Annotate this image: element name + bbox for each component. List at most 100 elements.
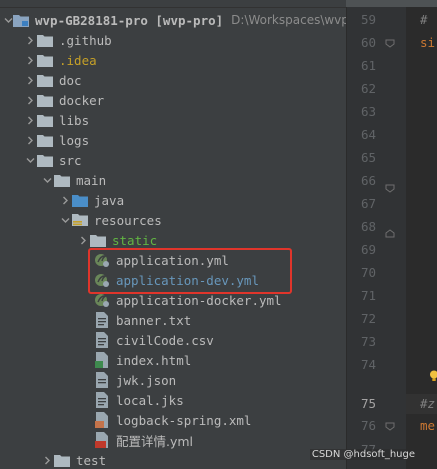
- chevron-right-icon[interactable]: [76, 230, 90, 250]
- watermark: CSDN @hdsoft_huge: [309, 449, 417, 460]
- tree-row-static[interactable]: static: [0, 230, 346, 250]
- gutter-line-number: 70: [360, 265, 376, 280]
- chevron-right-icon[interactable]: [23, 110, 37, 130]
- text-file-icon: [94, 392, 110, 408]
- gutter-line-number: 66: [360, 173, 376, 188]
- code-line-60: si: [420, 35, 436, 50]
- tree-item-label: doc: [59, 72, 82, 88]
- chevron-down-icon[interactable]: [58, 210, 72, 230]
- code-line-59: #: [420, 12, 428, 27]
- gutter-line-number: 76: [360, 418, 376, 433]
- tree-item-label: banner.txt: [116, 312, 192, 328]
- gutter-line-number: 73: [360, 334, 376, 349]
- tree-row-civilcode-csv[interactable]: civilCode.csv: [0, 330, 346, 350]
- tree-row-jwk-json[interactable]: jwk.json: [0, 370, 346, 390]
- gutter-line-number: 61: [360, 58, 376, 73]
- chevron-right-icon[interactable]: [23, 50, 37, 70]
- tree-item-label: static: [112, 232, 158, 248]
- tree-row-libs[interactable]: libs: [0, 110, 346, 130]
- chevron-down-icon[interactable]: [40, 170, 54, 190]
- chevron-right-icon[interactable]: [23, 130, 37, 150]
- folder-icon: [90, 232, 106, 248]
- code-line-75: #z: [420, 396, 436, 411]
- text-file-icon: [94, 332, 110, 348]
- gutter-line-number: 75: [360, 396, 376, 411]
- tree-item-label: .github: [59, 32, 112, 48]
- resources-folder-icon: [72, 212, 88, 228]
- folder-icon: [37, 92, 53, 108]
- folder-icon: [54, 452, 70, 468]
- tree-item-label: docker: [59, 92, 105, 108]
- tree-row-main[interactable]: main: [0, 170, 346, 190]
- tree-item-label: civilCode.csv: [116, 332, 214, 348]
- tree-row-java[interactable]: java: [0, 190, 346, 210]
- gutter-line-number: 63: [360, 104, 376, 119]
- gutter-line-number: 71: [360, 288, 376, 303]
- folder-icon: [37, 112, 53, 128]
- tree-row-logs[interactable]: logs: [0, 130, 346, 150]
- folder-icon: [54, 172, 70, 188]
- tree-row-banner-txt[interactable]: banner.txt: [0, 310, 346, 330]
- gutter-line-number: 67: [360, 196, 376, 211]
- tree-row-doc[interactable]: doc: [0, 70, 346, 90]
- chevron-right-icon[interactable]: [58, 190, 72, 210]
- project-tree-panel: wvp-GB28181-pro [wvp-pro] D:\Workspaces\…: [0, 0, 346, 469]
- folder-icon: [37, 72, 53, 88]
- project-name: wvp-GB28181-pro [wvp-pro]: [35, 12, 224, 28]
- tree-item-label: java: [94, 192, 125, 208]
- chevron-right-icon[interactable]: [23, 70, 37, 90]
- tree-item-label: resources: [94, 212, 162, 228]
- tree-item-label: 配置详情.yml: [116, 433, 194, 449]
- fold-marker-icon[interactable]: [384, 420, 396, 432]
- tool-window-header: [0, 0, 346, 8]
- tree-item-label: local.jks: [116, 392, 184, 408]
- tree-item-label: test: [76, 452, 107, 468]
- tree-row-idea[interactable]: .idea: [0, 50, 346, 70]
- code-line-76: me: [420, 418, 436, 433]
- yml-file-icon: [94, 432, 110, 448]
- fold-marker-icon[interactable]: [384, 182, 396, 194]
- tree-item-label: src: [59, 152, 82, 168]
- chevron-right-icon[interactable]: [40, 450, 54, 469]
- tree-row-logback-spring-xml[interactable]: logback-spring.xml: [0, 410, 346, 430]
- tree-row-config-details-yml[interactable]: 配置详情.yml: [0, 430, 346, 450]
- highlight-annotation-box: [88, 248, 292, 294]
- lightbulb-icon[interactable]: [429, 370, 437, 382]
- tree-row-src[interactable]: src: [0, 150, 346, 170]
- tree-item-label: logs: [59, 132, 90, 148]
- gutter-line-number: 64: [360, 127, 376, 142]
- module-folder-icon: [13, 12, 29, 28]
- xml-file-icon: [94, 412, 110, 428]
- tree-row-test[interactable]: test: [0, 450, 346, 469]
- tree-row-index-html[interactable]: index.html: [0, 350, 346, 370]
- tree-row-resources[interactable]: resources: [0, 210, 346, 230]
- chevron-right-icon[interactable]: [23, 90, 37, 110]
- tree-row-github[interactable]: .github: [0, 30, 346, 50]
- folder-icon: [37, 52, 53, 68]
- tree-item-label: application-docker.yml: [116, 292, 282, 308]
- chevron-down-icon[interactable]: [23, 150, 37, 170]
- tree-item-label: index.html: [116, 352, 192, 368]
- gutter-line-number: 60: [360, 35, 376, 50]
- text-file-icon: [94, 312, 110, 328]
- gutter-line-number: 62: [360, 81, 376, 96]
- project-path: D:\Workspaces\wvp: [231, 13, 346, 27]
- gutter-line-number: 69: [360, 242, 376, 257]
- chevron-down-icon[interactable]: [4, 10, 13, 30]
- tree-row-docker[interactable]: docker: [0, 90, 346, 110]
- tree-item-label: jwk.json: [116, 372, 177, 388]
- folder-icon: [37, 132, 53, 148]
- tree-row-project-root[interactable]: wvp-GB28181-pro [wvp-pro] D:\Workspaces\…: [0, 10, 346, 30]
- fold-marker-icon[interactable]: [384, 37, 396, 49]
- chevron-right-icon[interactable]: [23, 30, 37, 50]
- editor-tab-bar: [346, 0, 437, 7]
- fold-marker-icon[interactable]: [384, 228, 396, 240]
- spring-yaml-icon: [94, 292, 110, 308]
- gutter-line-number: 74: [360, 357, 376, 372]
- gutter-line-number: 59: [360, 12, 376, 27]
- folder-icon: [37, 32, 53, 48]
- tree-row-local-jks[interactable]: local.jks: [0, 390, 346, 410]
- folder-icon: [37, 152, 53, 168]
- html-file-icon: [94, 352, 110, 368]
- gutter-line-number: 65: [360, 150, 376, 165]
